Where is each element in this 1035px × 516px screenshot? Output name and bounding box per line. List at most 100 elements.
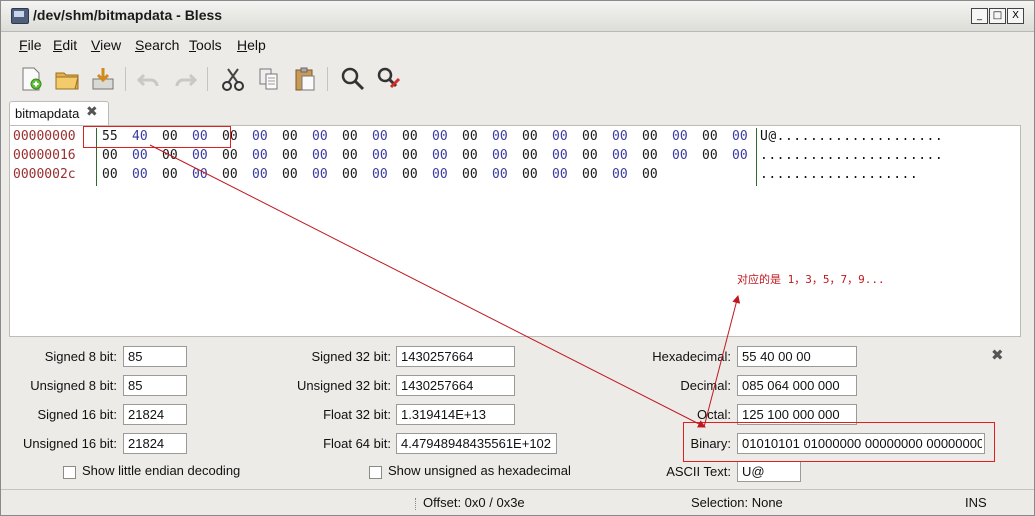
hex-byte[interactable]: 00 xyxy=(432,129,448,144)
menu-search[interactable]: Search xyxy=(135,37,179,53)
maximize-button[interactable]: □ xyxy=(989,8,1006,24)
decimal-field[interactable] xyxy=(737,375,857,396)
close-window-button[interactable]: X xyxy=(1007,8,1024,24)
hex-byte[interactable]: 00 xyxy=(642,129,658,144)
hex-byte[interactable]: 00 xyxy=(162,167,178,182)
bless-window: /dev/shm/bitmapdata - Bless _ □ X File E… xyxy=(0,0,1035,516)
hex-byte[interactable]: 00 xyxy=(522,167,538,182)
find-icon[interactable] xyxy=(339,65,367,93)
ascii-row[interactable]: U@.................... xyxy=(760,129,943,144)
unsigned16-field[interactable] xyxy=(123,433,187,454)
hex-byte[interactable]: 00 xyxy=(582,167,598,182)
ascii-row[interactable]: ...................... xyxy=(760,148,943,163)
hex-byte[interactable]: 00 xyxy=(402,129,418,144)
hex-byte[interactable]: 00 xyxy=(492,148,508,163)
hex-byte[interactable]: 00 xyxy=(402,167,418,182)
hex-byte[interactable]: 00 xyxy=(282,129,298,144)
tab-bitmapdata[interactable]: bitmapdata ✖ xyxy=(9,101,109,126)
hex-byte[interactable]: 00 xyxy=(552,129,568,144)
hex-byte[interactable]: 00 xyxy=(732,129,748,144)
hex-byte[interactable]: 00 xyxy=(282,167,298,182)
hex-byte[interactable]: 00 xyxy=(132,167,148,182)
close-tab-icon[interactable]: ✖ xyxy=(86,104,98,120)
hex-field[interactable] xyxy=(737,346,857,367)
hex-byte[interactable]: 00 xyxy=(462,129,478,144)
hex-byte[interactable]: 00 xyxy=(492,129,508,144)
hex-byte[interactable]: 00 xyxy=(642,148,658,163)
cut-icon[interactable] xyxy=(219,65,247,93)
menu-file[interactable]: File xyxy=(19,37,42,53)
hex-byte[interactable]: 00 xyxy=(312,167,328,182)
hex-byte[interactable]: 00 xyxy=(732,148,748,163)
hex-byte[interactable]: 00 xyxy=(612,148,628,163)
find-replace-icon[interactable] xyxy=(375,65,403,93)
hex-byte[interactable]: 00 xyxy=(432,167,448,182)
hex-byte[interactable]: 00 xyxy=(102,167,118,182)
hex-byte[interactable]: 00 xyxy=(552,167,568,182)
hex-byte[interactable]: 00 xyxy=(462,148,478,163)
float64-label: Float 64 bit: xyxy=(323,436,391,451)
hex-byte[interactable]: 00 xyxy=(612,129,628,144)
hex-byte[interactable]: 00 xyxy=(672,129,688,144)
hex-byte[interactable]: 00 xyxy=(102,148,118,163)
open-folder-icon[interactable] xyxy=(53,65,81,93)
hex-byte[interactable]: 00 xyxy=(252,167,268,182)
signed32-field[interactable] xyxy=(396,346,515,367)
hex-byte[interactable]: 00 xyxy=(282,148,298,163)
status-mode[interactable]: INS xyxy=(965,495,987,510)
unsigned32-field[interactable] xyxy=(396,375,515,396)
save-icon[interactable] xyxy=(89,65,117,93)
hex-byte[interactable]: 00 xyxy=(312,148,328,163)
hex-byte[interactable]: 00 xyxy=(642,167,658,182)
new-file-icon[interactable] xyxy=(17,65,45,93)
signed16-field[interactable] xyxy=(123,404,187,425)
menu-tools[interactable]: Tools xyxy=(189,37,222,53)
close-panel-icon[interactable]: ✖ xyxy=(991,346,1004,364)
menu-edit[interactable]: Edit xyxy=(53,37,77,53)
hex-byte[interactable]: 00 xyxy=(582,148,598,163)
float64-field[interactable] xyxy=(396,433,557,454)
paste-icon[interactable] xyxy=(291,65,319,93)
hex-view[interactable]: 00000000 00000016 0000002c 55 40 00 00 00 00 0… xyxy=(9,125,1021,337)
hex-byte[interactable]: 00 xyxy=(702,148,718,163)
float32-field[interactable] xyxy=(396,404,515,425)
hex-byte[interactable]: 00 xyxy=(672,148,688,163)
hex-byte[interactable]: 00 xyxy=(462,167,478,182)
hex-byte[interactable]: 00 xyxy=(252,129,268,144)
hex-byte[interactable]: 00 xyxy=(192,148,208,163)
redo-icon[interactable] xyxy=(171,65,199,93)
hex-byte[interactable]: 00 xyxy=(222,167,238,182)
hex-byte[interactable]: 00 xyxy=(582,129,598,144)
ascii-text-field[interactable] xyxy=(737,461,801,482)
ascii-row[interactable]: ................... xyxy=(760,167,918,182)
hex-byte[interactable]: 00 xyxy=(522,148,538,163)
menu-view[interactable]: View xyxy=(91,37,121,53)
hex-byte[interactable]: 00 xyxy=(552,148,568,163)
hex-byte[interactable]: 00 xyxy=(522,129,538,144)
hex-byte[interactable]: 00 xyxy=(342,129,358,144)
hex-byte[interactable]: 00 xyxy=(372,148,388,163)
hex-byte[interactable]: 00 xyxy=(162,148,178,163)
hex-byte[interactable]: 00 xyxy=(252,148,268,163)
minimize-button[interactable]: _ xyxy=(971,8,988,24)
hex-byte[interactable]: 00 xyxy=(372,129,388,144)
copy-icon[interactable] xyxy=(255,65,283,93)
hex-byte[interactable]: 00 xyxy=(132,148,148,163)
hex-byte[interactable]: 00 xyxy=(222,148,238,163)
hex-byte[interactable]: 00 xyxy=(312,129,328,144)
little-endian-checkbox[interactable] xyxy=(63,466,76,479)
hex-byte[interactable]: 00 xyxy=(612,167,628,182)
hex-byte[interactable]: 00 xyxy=(342,148,358,163)
hex-byte[interactable]: 00 xyxy=(432,148,448,163)
hex-byte[interactable]: 00 xyxy=(192,167,208,182)
signed8-field[interactable] xyxy=(123,346,187,367)
hex-byte[interactable]: 00 xyxy=(492,167,508,182)
hex-byte[interactable]: 00 xyxy=(342,167,358,182)
hex-byte[interactable]: 00 xyxy=(372,167,388,182)
hex-byte[interactable]: 00 xyxy=(702,129,718,144)
undo-icon[interactable] xyxy=(135,65,163,93)
unsigned-hex-checkbox[interactable] xyxy=(369,466,382,479)
unsigned8-field[interactable] xyxy=(123,375,187,396)
hex-byte[interactable]: 00 xyxy=(402,148,418,163)
menu-help[interactable]: Help xyxy=(237,37,266,53)
